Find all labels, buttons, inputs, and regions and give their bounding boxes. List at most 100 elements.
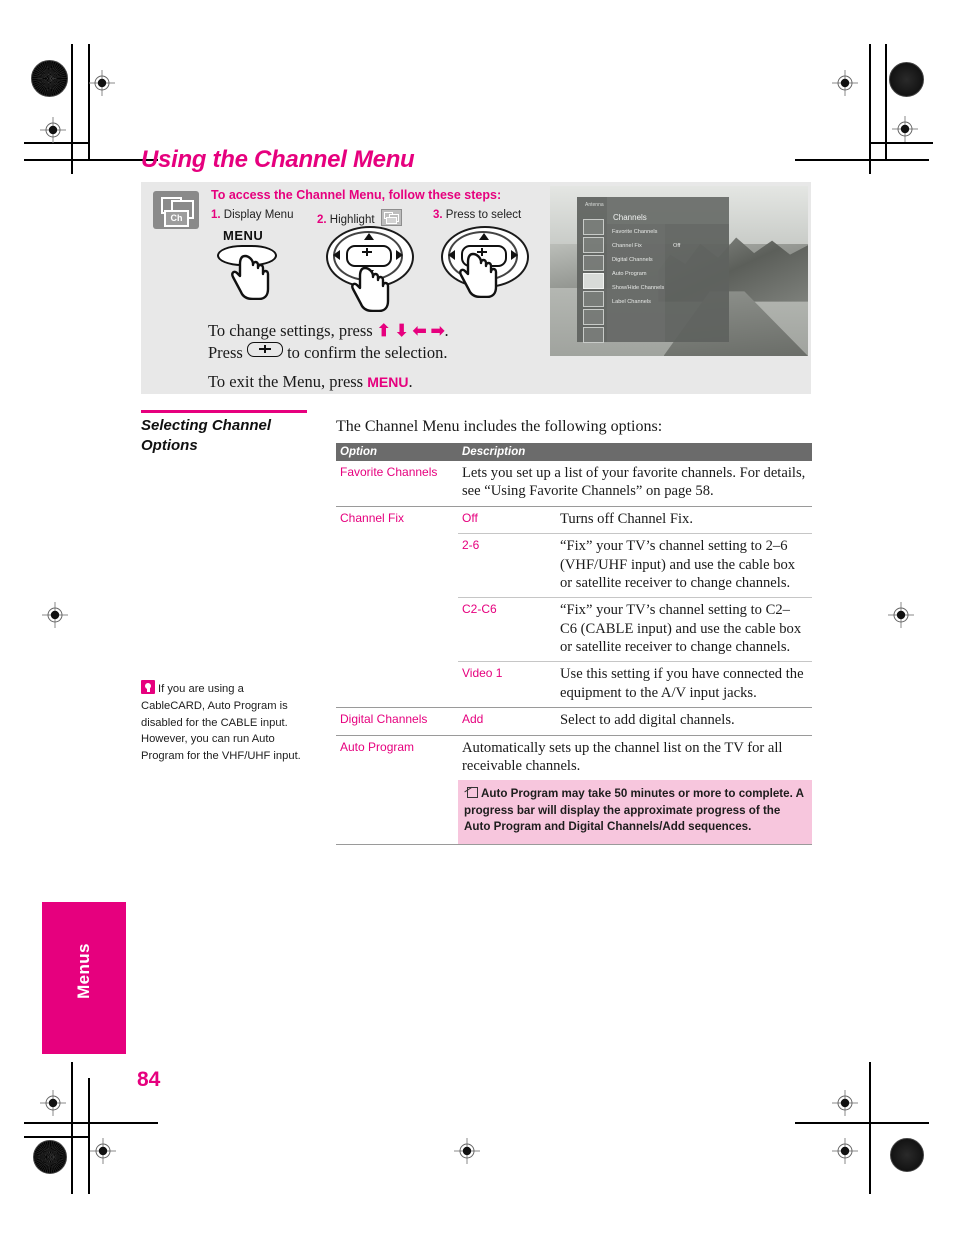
pointing-hand-icon: [459, 252, 498, 298]
exit-period: .: [408, 372, 413, 391]
osd-antenna-label: Antenna: [585, 202, 604, 208]
pointing-hand-icon: [231, 254, 270, 300]
exit-prefix: To exit the Menu, press: [208, 372, 364, 391]
registration-target-icon: [454, 1138, 480, 1164]
option-name: Auto Program: [336, 734, 458, 781]
tip-note-text: If you are using a CableCARD, Auto Progr…: [141, 683, 301, 763]
osd-rail-screen-icon[interactable]: [583, 255, 604, 271]
step-3-number: 3.: [433, 209, 443, 221]
callout-cell: Auto Program may take 50 minutes or more…: [458, 780, 812, 844]
option-description: “Fix” your TV’s channel setting to C2–C6…: [556, 597, 812, 662]
osd-list-item[interactable]: Favorite Channels: [610, 225, 725, 239]
note-pencil-icon: [464, 786, 478, 799]
table-row-channel-fix-off: Channel Fix Off Turns off Channel Fix.: [336, 505, 812, 534]
page-title: Using the Channel Menu: [141, 146, 415, 173]
change-settings-period: .: [444, 321, 449, 340]
confirm-suffix: to confirm the selection.: [287, 342, 448, 362]
osd-icon-rail: [579, 219, 605, 343]
crop-mark: [88, 44, 90, 159]
exit-menu-key: MENU: [367, 374, 409, 390]
registration-target-icon: [832, 1090, 858, 1116]
table-row-channel-fix-2-6: 2-6 “Fix” your TV’s channel setting to 2…: [336, 533, 812, 598]
osd-rail-grid-icon[interactable]: [583, 327, 604, 343]
step-2-number: 2.: [317, 214, 327, 226]
osd-item-label: Label Channels: [612, 299, 651, 305]
table-row-channel-fix-video-1: Video 1 Use this setting if you have con…: [336, 661, 812, 708]
option-name: [336, 598, 458, 662]
channel-menu-mini-icon: [380, 209, 402, 226]
confirm-button-icon: [246, 341, 283, 357]
crop-mark: [24, 1122, 158, 1124]
registration-target-icon: [40, 1090, 66, 1116]
section-tab: Menus: [42, 902, 126, 1054]
crop-mark: [24, 1136, 88, 1138]
registration-target-icon: [832, 1138, 858, 1164]
callout-text: Auto Program may take 50 minutes or more…: [464, 787, 804, 834]
column-header-description: Description: [458, 443, 812, 461]
osd-list-item[interactable]: Show/Hide Channels: [610, 281, 725, 295]
registration-target-icon: [888, 602, 914, 628]
confirm-prefix: Press: [208, 342, 243, 362]
registration-target-icon: [892, 116, 918, 142]
side-heading-rule: [141, 410, 307, 413]
arrow-left-icon: [448, 250, 455, 260]
registration-target-icon: [40, 117, 66, 143]
crop-mark: [71, 44, 73, 174]
option-description: “Fix” your TV’s channel setting to 2–6 (…: [556, 533, 812, 598]
osd-menu-title: Channels: [613, 213, 647, 222]
page-number: 84: [137, 1068, 161, 1091]
table-row-digital-channels: Digital Channels Add Select to add digit…: [336, 707, 812, 735]
channel-options-table: Option Description Favorite Channels Let…: [336, 443, 812, 846]
osd-rail-toolbox-icon[interactable]: [583, 309, 604, 325]
menu-button-illustration: MENU: [211, 228, 307, 306]
osd-item-label: Digital Channels: [612, 257, 653, 263]
osd-item-label: Auto Program: [612, 271, 647, 277]
column-header-option: Option: [336, 443, 458, 461]
option-value: Add: [458, 707, 556, 735]
osd-list-item[interactable]: Channel Fix Off: [610, 239, 725, 253]
pointing-hand-icon: [351, 266, 390, 312]
registration-rosette: [33, 1140, 67, 1174]
options-intro-text: The Channel Menu includes the following …: [336, 418, 663, 435]
option-description: Turns off Channel Fix.: [556, 505, 812, 534]
registration-target-icon: [832, 70, 858, 96]
step-2-label: Highlight: [329, 214, 375, 226]
osd-rail-lock-icon[interactable]: [583, 291, 604, 307]
crop-mark: [24, 159, 158, 161]
table-row-auto-program: Auto Program Automatically sets up the c…: [336, 734, 812, 781]
osd-rail-person-icon[interactable]: [583, 219, 604, 235]
registration-rosette: [31, 60, 68, 97]
crop-mark: [88, 1078, 90, 1194]
table-row-favorite-channels: Favorite Channels Lets you set up a list…: [336, 461, 812, 506]
crop-mark: [795, 159, 929, 161]
step-1-label: Display Menu: [223, 209, 294, 221]
arrow-up-icon: [479, 233, 489, 240]
registration-target-icon: [89, 70, 115, 96]
crop-mark: [869, 44, 871, 174]
step-1: 1. Display Menu: [211, 209, 293, 221]
osd-item-label: Favorite Channels: [612, 229, 658, 235]
step-3: 3. Press to select: [433, 209, 521, 221]
osd-list-item[interactable]: Digital Channels: [610, 253, 725, 267]
osd-rail-channel-icon[interactable]: [583, 273, 604, 289]
table-bottom-rule: [336, 843, 458, 846]
option-name: [336, 534, 458, 598]
change-settings-line: To change settings, press ⬆ ⬇ ⬅ ➡.: [208, 320, 449, 342]
option-description: Lets you set up a list of your favorite …: [462, 465, 806, 500]
table-row-channel-fix-c2-c6: C2-C6 “Fix” your TV’s channel setting to…: [336, 597, 812, 662]
option-value: 2-6: [458, 533, 556, 598]
confirm-line: Press to confirm the selection.: [208, 341, 449, 364]
osd-list-item[interactable]: Auto Program: [610, 267, 725, 281]
option-name: Favorite Channels: [340, 465, 438, 479]
option-value: Video 1: [458, 661, 556, 708]
osd-list-item[interactable]: Label Channels: [610, 295, 725, 309]
osd-rail-palette-icon[interactable]: [583, 237, 604, 253]
channel-menu-icon: Ch: [153, 191, 199, 229]
registration-rosette: [889, 62, 924, 97]
crop-mark: [869, 142, 933, 144]
tv-screen-photo: Antenna Channels Favorite Channels Chann…: [550, 186, 808, 356]
menu-button-label: MENU: [223, 228, 264, 243]
option-value: Off: [458, 505, 556, 534]
arrow-up-icon: [364, 233, 374, 240]
direction-arrows: ⬆ ⬇ ⬅ ➡: [376, 321, 445, 340]
